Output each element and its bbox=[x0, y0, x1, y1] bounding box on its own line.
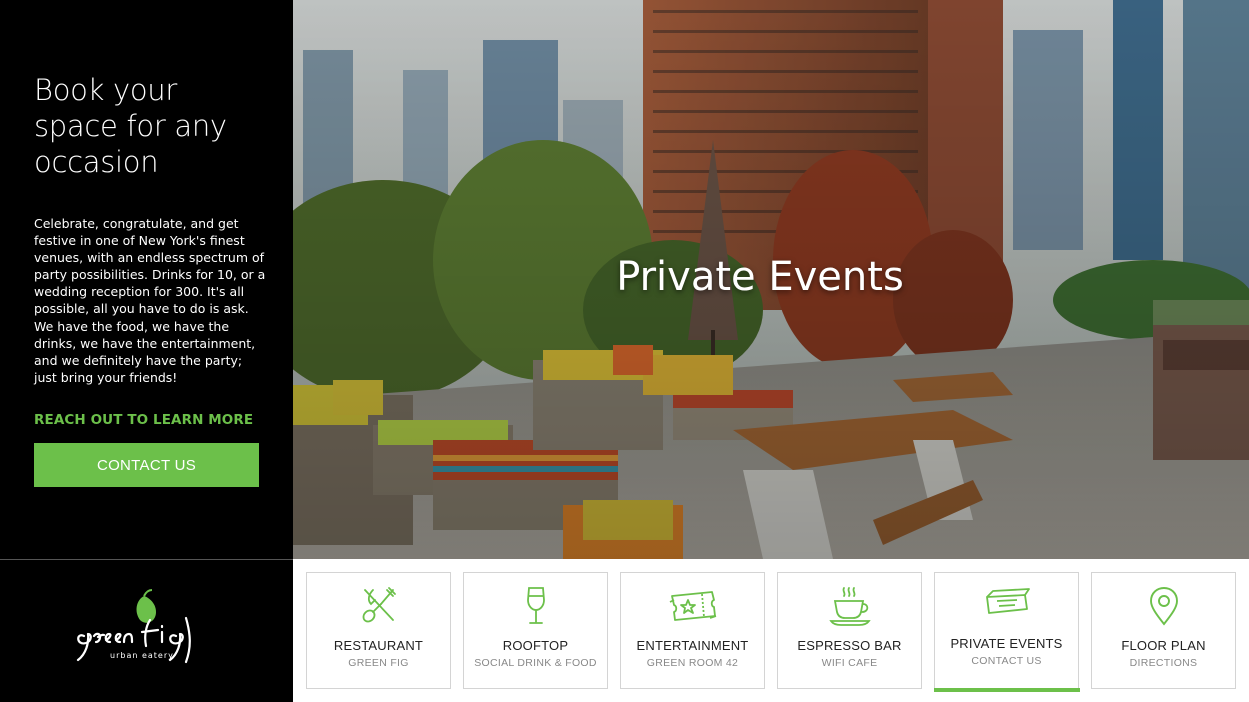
nav-card-title: ENTERTAINMENT bbox=[636, 638, 749, 653]
nav-card-title: RESTAURANT bbox=[333, 638, 424, 653]
venue-nav-bar: urban eatery RESTAURANT GREEN FIG ROOFTO… bbox=[0, 559, 1249, 702]
nav-card-floor-plan[interactable]: FLOOR PLAN DIRECTIONS bbox=[1091, 572, 1236, 689]
ticket-icon bbox=[668, 584, 718, 628]
page-headline: Book your space for any occasion bbox=[34, 73, 227, 179]
nav-card-subtitle: GREEN FIG bbox=[348, 657, 409, 669]
hero-title-text: Private Events bbox=[616, 254, 904, 300]
nav-card-rooftop[interactable]: ROOFTOP SOCIAL DRINK & FOOD bbox=[463, 572, 608, 689]
nav-card-title: PRIVATE EVENTS bbox=[950, 636, 1063, 651]
nav-card-subtitle: GREEN ROOM 42 bbox=[646, 657, 739, 669]
map-pin-icon bbox=[1144, 584, 1184, 628]
nav-card-subtitle: CONTACT US bbox=[971, 655, 1042, 667]
nav-card-subtitle: SOCIAL DRINK & FOOD bbox=[474, 657, 597, 669]
wine-glass-icon bbox=[516, 584, 556, 628]
intro-description: Celebrate, congratulate, and get festive… bbox=[34, 216, 266, 385]
nav-card-title: FLOOR PLAN bbox=[1121, 638, 1206, 653]
utensils-icon bbox=[359, 584, 399, 628]
nav-card-restaurant[interactable]: RESTAURANT GREEN FIG bbox=[306, 572, 451, 689]
contact-us-button[interactable]: CONTACT US bbox=[34, 443, 259, 487]
reach-out-link[interactable]: REACH OUT TO LEARN MORE bbox=[34, 412, 253, 428]
logo-area[interactable]: urban eatery bbox=[0, 559, 293, 702]
coffee-cup-icon bbox=[827, 584, 873, 628]
nav-card-espresso-bar[interactable]: ESPRESSO BAR WIFI CAFE bbox=[777, 572, 922, 689]
nav-card-title: ESPRESSO BAR bbox=[797, 638, 902, 653]
envelope-icon bbox=[981, 583, 1033, 627]
logo-tagline: urban eatery bbox=[110, 651, 174, 660]
nav-card-subtitle: WIFI CAFE bbox=[821, 657, 878, 669]
nav-card-subtitle: DIRECTIONS bbox=[1129, 657, 1198, 669]
hero-title: Private Events bbox=[293, 254, 1249, 300]
intro-panel: Book your space for any occasion Celebra… bbox=[0, 0, 293, 559]
green-fig-logo: urban eatery bbox=[76, 589, 191, 664]
active-indicator bbox=[933, 688, 1080, 692]
nav-card-title: ROOFTOP bbox=[502, 638, 569, 653]
nav-card-entertainment[interactable]: ENTERTAINMENT GREEN ROOM 42 bbox=[620, 572, 765, 689]
nav-card-private-events[interactable]: PRIVATE EVENTS CONTACT US bbox=[933, 572, 1080, 692]
hero-banner: Private Events bbox=[293, 0, 1249, 559]
